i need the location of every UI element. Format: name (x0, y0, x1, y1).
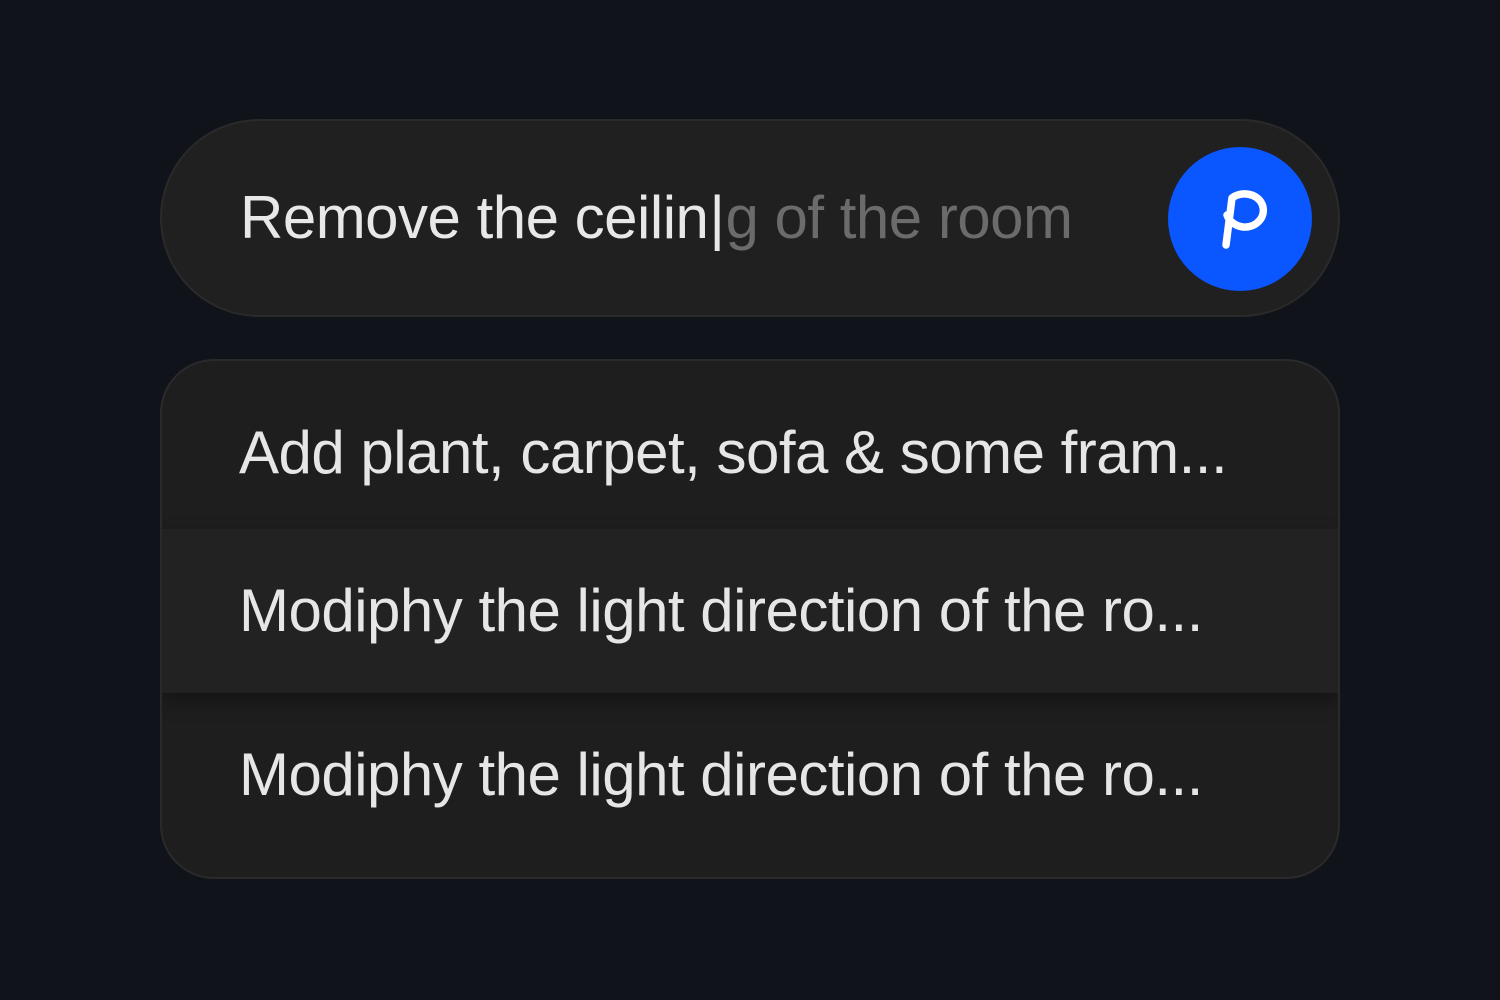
suggestion-item[interactable]: Modiphy the light direction of the ro... (162, 693, 1338, 877)
suggestion-item-highlighted[interactable]: Modiphy the light direction of the ro... (162, 529, 1338, 693)
suggestion-list: Add plant, carpet, sofa & some fram... M… (160, 359, 1340, 879)
prompt-autocomplete-ghost: g of the room (725, 184, 1074, 251)
p-logo-icon (1222, 190, 1267, 249)
prompt-text[interactable]: Remove the ceilin|g of the room (240, 121, 1073, 315)
suggestion-item[interactable]: Add plant, carpet, sofa & some fram... (162, 361, 1338, 529)
text-caret: | (709, 184, 725, 251)
prompt-typed-text: Remove the ceilin (240, 184, 709, 251)
prompt-input[interactable]: Remove the ceilin|g of the room (160, 119, 1340, 317)
submit-button[interactable] (1168, 147, 1312, 291)
